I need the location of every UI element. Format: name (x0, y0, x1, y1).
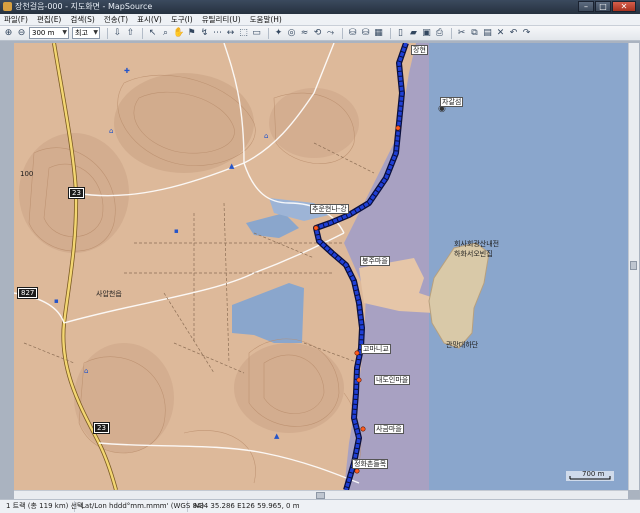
hill-shade (269, 88, 359, 158)
poi-label-2[interactable]: 봉주마을 (360, 256, 390, 266)
island-label-east: 회사회광산내전 (454, 240, 500, 248)
title-bar: 장천걸음-000 - 지도화면 - MapSource – □ ✕ (0, 0, 640, 14)
poi-label-4[interactable]: 내도인마을 (374, 375, 411, 385)
island-label-east-3: 관망대하단 (446, 341, 479, 349)
paste-icon[interactable]: ▤ (482, 28, 493, 39)
menu-find[interactable]: 검색(S) (70, 14, 94, 25)
open-file-icon[interactable]: ▰ (408, 28, 419, 39)
window-controls: – □ ✕ (578, 1, 636, 12)
window-title: 장천걸음-000 - 지도화면 - MapSource (15, 2, 153, 11)
poi-label-1[interactable]: 추운현나-강 (310, 204, 349, 214)
road-shield-827: 827 (16, 287, 39, 299)
map-view[interactable]: ✚ ⌂ ▲ ▪ ⌂ ▲ ▪ ⌂ ◉ 장현 자갈섬 추운현나-강 봉주마을 고마니… (14, 43, 628, 490)
hill-shade (74, 343, 174, 453)
status-bar: 1 트랙 (총 119 km) 선택 Lat/Lon hddd°mm.mmm' … (0, 499, 640, 513)
route-tool-icon[interactable]: ↯ (199, 28, 210, 39)
map-tool-icon[interactable]: ▭ (251, 28, 262, 39)
toolbar-separator (342, 27, 343, 39)
copy-icon[interactable]: ⧉ (469, 28, 480, 39)
minimize-button[interactable]: – (578, 1, 594, 12)
binoculars-next-icon[interactable]: ⛁ (360, 28, 371, 39)
menu-help[interactable]: 도움말(H) (250, 14, 282, 25)
toolbar: ⊕ ⊖ 300 m ▼ 최고 ▼ ⇩ ⇧ ↖ ⌕ ✋ ⚑ ↯ ⋯ ↔ ⬚ ▭ ✦ ◎… (0, 26, 640, 41)
gps-receive-icon[interactable]: ⇩ (112, 28, 123, 39)
vertical-scrollbar[interactable] (628, 43, 639, 490)
menu-transfer[interactable]: 전송(T) (104, 14, 128, 25)
delete-icon[interactable]: ✕ (495, 28, 506, 39)
status-coord-format: Lat/Lon hddd°mm.mmm' (WGS 84) (75, 501, 204, 512)
poi-label-top[interactable]: 장현 (411, 45, 428, 55)
road-shield-23-upper: 23 (68, 187, 85, 199)
trackpoint-marker[interactable] (354, 350, 360, 356)
menu-utilities[interactable]: 유틸리티(U) (202, 14, 241, 25)
zoom-tool-icon[interactable]: ⌕ (160, 28, 171, 39)
trackpoint-marker[interactable] (313, 225, 319, 231)
toolbar-separator (390, 27, 391, 39)
menu-tools[interactable]: 도구(I) (171, 14, 193, 25)
island-label-east-2: 하화서오빈집 (454, 250, 493, 258)
poi-symbol[interactable]: ⌂ (264, 132, 268, 140)
zoom-out-icon[interactable]: ⊖ (16, 28, 27, 39)
track-tool-icon[interactable]: ⋯ (212, 28, 223, 39)
view-map-icon[interactable]: ▦ (373, 28, 384, 39)
cut-icon[interactable]: ✂ (456, 28, 467, 39)
save-file-icon[interactable]: ▣ (421, 28, 432, 39)
menu-file[interactable]: 파일(F) (4, 14, 28, 25)
poi-symbol[interactable]: ⌂ (109, 127, 113, 135)
undo-icon[interactable]: ↶ (508, 28, 519, 39)
poi-label-3[interactable]: 고마니교 (361, 344, 391, 354)
menu-edit[interactable]: 편집(E) (37, 14, 61, 25)
vertical-scroll-thumb[interactable] (630, 261, 637, 270)
poi-symbol[interactable]: ▲ (229, 162, 235, 170)
new-file-icon[interactable]: ▯ (395, 28, 406, 39)
menu-view[interactable]: 표시(V) (137, 14, 162, 25)
poi-label-5[interactable]: 사금마을 (374, 424, 404, 434)
select-tool-icon[interactable]: ↖ (147, 28, 158, 39)
toolbar-separator (107, 27, 108, 39)
trackpoint-marker[interactable] (356, 377, 362, 383)
poi-symbol[interactable]: ✚ (124, 67, 130, 75)
reservoir (232, 283, 304, 343)
trackpoint-marker[interactable] (354, 468, 360, 474)
maximize-button[interactable]: □ (595, 1, 611, 12)
contour-label: 100 (20, 170, 34, 178)
trackpoint-marker[interactable] (360, 426, 366, 432)
recent-finds-icon[interactable]: ⟲ (312, 28, 323, 39)
find-address-icon[interactable]: ◎ (286, 28, 297, 39)
poi-symbol[interactable]: ▪ (54, 297, 59, 305)
island-label[interactable]: 자갈섬 (440, 97, 464, 107)
poi-label-6[interactable]: 정화촌들목 (352, 459, 389, 469)
gps-send-icon[interactable]: ⇧ (125, 28, 136, 39)
find-nearest-icon[interactable]: ⤳ (325, 28, 336, 39)
horizontal-scroll-thumb[interactable] (316, 492, 325, 499)
print-icon[interactable]: ⎙ (434, 28, 445, 39)
binoculars-icon[interactable]: ⛁ (347, 28, 358, 39)
close-button[interactable]: ✕ (612, 1, 636, 12)
menu-bar: 파일(F) 편집(E) 검색(S) 전송(T) 표시(V) 도구(I) 유틸리티… (0, 14, 640, 26)
status-selection: 1 트랙 (총 119 km) 선택 (0, 501, 83, 512)
road-shield-23-lower: 23 (93, 422, 110, 434)
hill-shade (234, 343, 344, 433)
cursor-tool-icon[interactable]: ⬚ (238, 28, 249, 39)
app-icon (3, 2, 12, 11)
find-poi-icon[interactable]: ≈ (299, 28, 310, 39)
pan-tool-icon[interactable]: ✋ (173, 28, 184, 39)
poi-symbol[interactable]: ▪ (174, 227, 179, 235)
distance-tool-icon[interactable]: ↔ (225, 28, 236, 39)
toolbar-separator (142, 27, 143, 39)
status-cursor-position: N34 35.286 E126 59.965, 0 m (194, 502, 300, 510)
find-places-icon[interactable]: ✦ (273, 28, 284, 39)
zoom-in-icon[interactable]: ⊕ (3, 28, 14, 39)
waypoint-tool-icon[interactable]: ⚑ (186, 28, 197, 39)
toolbar-separator (268, 27, 269, 39)
zoom-level-select[interactable]: 300 m ▼ (29, 27, 69, 39)
scale-label: 700 m (582, 470, 605, 478)
trackpoint-marker[interactable] (395, 125, 401, 131)
poi-symbol[interactable]: ⌂ (84, 367, 88, 375)
toolbar-separator (451, 27, 452, 39)
redo-icon[interactable]: ↷ (521, 28, 532, 39)
map-detail-select[interactable]: 최고 ▼ (72, 27, 100, 39)
town-label: 사압천읍 (96, 290, 122, 298)
poi-symbol[interactable]: ▲ (274, 432, 280, 440)
